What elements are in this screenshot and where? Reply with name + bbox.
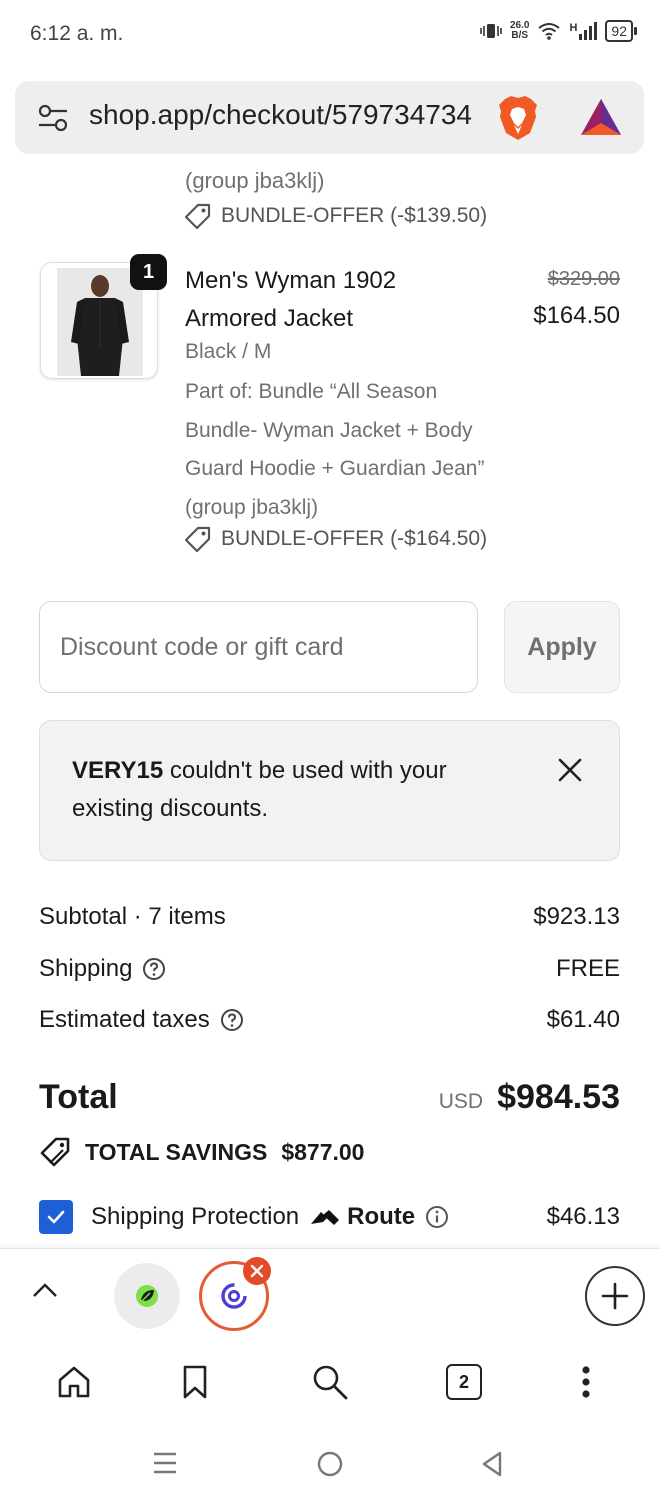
previous-item-offer-text: BUNDLE-OFFER (-$139.50): [221, 204, 488, 227]
shipping-value: FREE: [555, 955, 620, 982]
route-icon: [311, 1210, 340, 1225]
shipping-protection-price: $46.13: [546, 1203, 620, 1230]
bookmark-icon: [183, 1365, 207, 1399]
product-variant: Black / M: [185, 340, 272, 363]
previous-item-offer: BUNDLE-OFFER (-$139.50): [185, 203, 487, 229]
tab-close-button[interactable]: [243, 1257, 271, 1285]
shipping-row: Shipping FREE: [39, 955, 620, 983]
info-icon[interactable]: [425, 1205, 449, 1229]
signal-icon: H: [569, 22, 598, 40]
plus-icon: [601, 1282, 629, 1310]
url-text[interactable]: shop.app/checkout/579734734: [89, 99, 495, 131]
bundle-text: Part of: Bundle “All Season Bundle- Wyma…: [185, 380, 485, 480]
home-button[interactable]: [54, 1362, 94, 1402]
net-speed: 26.0 B/S: [510, 21, 529, 41]
shipping-protection-label: Shipping Protection: [91, 1203, 300, 1230]
help-icon[interactable]: [142, 957, 166, 981]
new-tab-button[interactable]: [585, 1266, 645, 1326]
subtotal-label: Subtotal · 7 items: [39, 903, 226, 930]
battery-indicator: 92: [605, 20, 637, 42]
shipping-protection-checkbox[interactable]: [39, 1200, 73, 1234]
leaf-icon: [136, 1285, 158, 1307]
tab-count: 2: [446, 1364, 482, 1400]
product-name: Men's Wyman 1902 Armored Jacket: [185, 267, 397, 332]
browser-toolbar: 2: [0, 1340, 659, 1430]
original-price: $329.00: [547, 268, 620, 290]
signal-label: H: [569, 22, 578, 34]
tag-icon: [185, 203, 211, 229]
tabs-button[interactable]: 2: [444, 1362, 484, 1402]
notice-text: VERY15 couldn't be used with your existi…: [72, 752, 502, 828]
net-speed-unit: B/S: [511, 30, 529, 41]
chevron-up-icon[interactable]: [32, 1281, 58, 1299]
total-row: Total USD $984.53: [39, 1078, 620, 1117]
notice-code: VERY15: [72, 757, 164, 784]
home-icon: [58, 1366, 90, 1398]
close-icon[interactable]: [557, 757, 583, 783]
previous-item-group: (group jba3klj): [185, 168, 325, 193]
tab-thumbnail-shop[interactable]: [114, 1263, 180, 1329]
total-amount-group: USD $984.53: [439, 1078, 620, 1117]
site-settings-icon[interactable]: [37, 103, 69, 133]
taxes-label: Estimated taxes: [39, 1006, 210, 1033]
brave-shields-icon[interactable]: [497, 95, 539, 141]
currency-code: USD: [438, 1090, 484, 1113]
taxes-label-group: Estimated taxes: [39, 1006, 244, 1034]
home-circle-icon[interactable]: [316, 1450, 344, 1478]
bundle-info: Part of: Bundle “All Season Bundle- Wyma…: [185, 373, 515, 527]
address-bar[interactable]: shop.app/checkout/579734734: [15, 81, 644, 154]
search-icon: [313, 1365, 348, 1400]
system-navigation: [0, 1430, 659, 1500]
bundle-group: (group jba3klj): [185, 495, 319, 519]
item-price: $164.50: [533, 302, 620, 329]
tab-strip: [0, 1248, 659, 1340]
total-savings: TOTAL SAVINGS $877.00: [39, 1136, 364, 1168]
rewards-icon[interactable]: [579, 97, 623, 137]
taxes-row: Estimated taxes $61.40: [39, 1006, 620, 1034]
savings-value: $877.00: [281, 1138, 365, 1165]
shipping-label-group: Shipping: [39, 955, 166, 983]
vibrate-icon: [480, 24, 502, 38]
quantity-badge: 1: [130, 254, 167, 290]
discount-code-input[interactable]: [39, 601, 478, 693]
shipping-label: Shipping: [39, 955, 133, 982]
bookmarks-button[interactable]: [175, 1362, 215, 1402]
total-label: Total: [39, 1078, 118, 1116]
item-offer-text: BUNDLE-OFFER (-$164.50): [221, 527, 488, 550]
back-icon[interactable]: [480, 1450, 504, 1478]
menu-button[interactable]: [566, 1362, 606, 1402]
tag-icon: [185, 526, 211, 552]
checkmark-icon: [47, 1210, 65, 1224]
recents-icon[interactable]: [152, 1450, 178, 1476]
item-offer: BUNDLE-OFFER (-$164.50): [185, 526, 487, 552]
savings-label: TOTAL SAVINGS: [85, 1138, 268, 1165]
wifi-icon: [538, 23, 561, 40]
close-icon: [250, 1264, 264, 1278]
subtotal-value: $923.13: [533, 903, 620, 930]
total-amount: $984.53: [497, 1078, 620, 1116]
swirl-icon: [221, 1283, 247, 1309]
discount-error-notice: VERY15 couldn't be used with your existi…: [39, 720, 620, 861]
more-vertical-icon: [582, 1366, 590, 1398]
help-icon[interactable]: [220, 1008, 244, 1032]
search-button[interactable]: [310, 1362, 350, 1402]
shipping-protection-row: Shipping Protection Route $46.13: [39, 1200, 620, 1234]
status-icons: 26.0 B/S H 92: [480, 20, 637, 42]
apply-button[interactable]: Apply: [504, 601, 620, 693]
route-logo: Route: [309, 1203, 415, 1231]
savings-tag-icon: [40, 1137, 70, 1167]
status-bar: 6:12 a. m. 26.0 B/S H 92: [0, 0, 659, 68]
status-time: 6:12 a. m.: [30, 22, 124, 45]
taxes-value: $61.40: [546, 1006, 620, 1033]
subtotal-row: Subtotal · 7 items $923.13: [39, 903, 620, 931]
route-label: Route: [347, 1203, 416, 1230]
